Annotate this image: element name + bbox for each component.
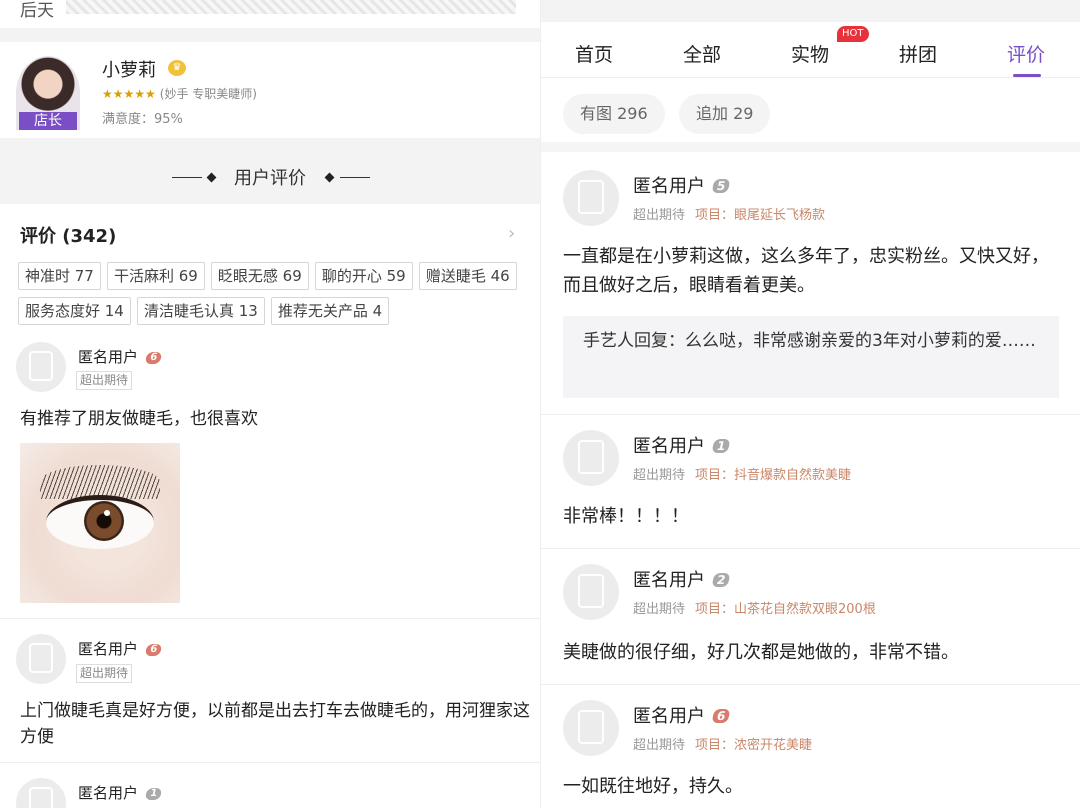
review-tag[interactable]: 赠送睫毛 46 (418, 262, 517, 290)
review-tag[interactable]: 眨眼无感 69 (210, 262, 309, 290)
review-meta: 超出期待 项目：山茶花自然款双眼200根 (633, 598, 876, 617)
right-screen: 首页 全部 实物 HOT 拼团 评价 有图 296 追加 29 匿名用户 5 超出… (540, 0, 1080, 808)
crown-icon: ♛ (168, 60, 186, 76)
top-strip (541, 0, 1080, 22)
project-link[interactable]: 项目：抖音爆款自然款美睫 (695, 468, 851, 483)
spacer (0, 28, 540, 42)
user-name: 匿名用户 (78, 784, 139, 802)
divider-line (340, 177, 370, 178)
review-text: 一直都是在小萝莉这做，这么多年了，忠实粉丝。又快又好，而且做好之后，眼睛看着更美… (563, 246, 1049, 296)
anonymous-avatar-icon (16, 634, 66, 684)
divider (0, 618, 540, 619)
shop-card[interactable]: 店长 小萝莉 ♛ ★★★★★ (妙手 专职美睫师) 满意度：95% (0, 42, 540, 138)
status-label: 超出期待 (633, 738, 686, 753)
photo-iris (84, 501, 124, 541)
status-label: 超出期待 (633, 468, 686, 483)
placeholder-bar (66, 0, 516, 14)
shop-subtitle: (妙手 专职美睫师) (159, 87, 257, 101)
satisfaction-rate: 满意度：95% (102, 112, 183, 127)
reviews-count-title[interactable]: 评价 (342) (20, 222, 116, 248)
anonymous-avatar-icon (563, 564, 619, 620)
level-badge: 5 (711, 179, 731, 193)
review-tag[interactable]: 推荐无关产品 4 (270, 297, 390, 325)
star-icons: ★★★★★ (102, 87, 156, 101)
level-badge: 6 (144, 352, 163, 364)
project-link[interactable]: 项目：眼尾延长飞杨款 (695, 208, 825, 223)
review-photo[interactable] (20, 443, 180, 603)
left-screen: 后天 店长 小萝莉 ♛ ★★★★★ (妙手 专职美睫师) 满意度：95% 用户评价… (0, 0, 540, 808)
review-text: 美睫做的很仔细，好几次都是她做的，非常不错。 (563, 642, 959, 663)
user-name: 匿名用户 (633, 176, 705, 197)
review-meta: 超出期待 项目：抖音爆款自然款美睫 (633, 464, 851, 483)
divider (541, 684, 1080, 685)
status-label: 超出期待 (633, 208, 686, 223)
status-pill: 超出期待 (76, 371, 133, 390)
section-title: 用户评价 (234, 168, 306, 189)
review-tag[interactable]: 聊的开心 59 (314, 262, 413, 290)
divider (541, 548, 1080, 549)
project-link[interactable]: 项目：浓密开花美睫 (695, 738, 812, 753)
review-tag[interactable]: 清洁睫毛认真 13 (136, 297, 265, 325)
review-meta: 超出期待 项目：浓密开花美睫 (633, 734, 812, 753)
review-text: 非常棒！！！！ (563, 506, 689, 527)
level-badge: 1 (144, 788, 163, 800)
section-header: 用户评价 (0, 138, 540, 204)
hot-badge: HOT (837, 26, 869, 42)
anonymous-avatar-icon (16, 778, 66, 808)
photo-glint (104, 510, 110, 516)
chevron-right-icon[interactable]: › (508, 223, 515, 244)
user-name: 匿名用户 (78, 640, 139, 658)
shop-avatar[interactable]: 店长 (16, 56, 80, 130)
review-user: 匿名用户 6 (78, 638, 163, 659)
level-badge: 1 (711, 439, 731, 453)
user-name: 匿名用户 (633, 570, 705, 591)
review-user: 匿名用户 6 (78, 346, 163, 367)
anonymous-avatar-icon (16, 342, 66, 392)
review-user: 匿名用户 1 (633, 432, 731, 458)
tab-group-buy[interactable]: 拼团 (899, 40, 937, 67)
filter-follow-up[interactable]: 追加 29 (679, 94, 771, 134)
project-link[interactable]: 项目：山茶花自然款双眼200根 (695, 602, 876, 617)
review-tag[interactable]: 服务态度好 14 (18, 297, 131, 325)
review-user: 匿名用户 2 (633, 566, 731, 592)
day-label: 后天 (20, 1, 54, 21)
tab-bar: 首页 全部 实物 HOT 拼团 评价 (541, 22, 1080, 78)
review-user: 匿名用户 1 (78, 782, 163, 803)
photo-lashes (40, 465, 160, 499)
review-user: 匿名用户 6 (633, 702, 731, 728)
review-filters: 有图 296 追加 29 (541, 78, 1080, 152)
review-user: 匿名用户 5 (633, 172, 731, 198)
tab-home[interactable]: 首页 (575, 40, 613, 67)
status-label: 超出期待 (633, 602, 686, 617)
user-name: 匿名用户 (78, 348, 139, 366)
review-tags: 神准时 77 干活麻利 69 眨眼无感 69 聊的开心 59 赠送睫毛 46 服… (18, 262, 528, 332)
level-badge: 2 (711, 573, 731, 587)
active-tab-indicator (1013, 74, 1041, 77)
shop-name: 小萝莉 (102, 60, 156, 81)
level-badge: 6 (711, 709, 731, 723)
status-pill: 超出期待 (76, 664, 133, 683)
anonymous-avatar-icon (563, 700, 619, 756)
anonymous-avatar-icon (563, 170, 619, 226)
divider (541, 414, 1080, 415)
user-name: 匿名用户 (633, 706, 705, 727)
tab-products[interactable]: 实物 (791, 40, 829, 67)
review-tag[interactable]: 干活麻利 69 (106, 262, 205, 290)
review-meta: 超出期待 项目：眼尾延长飞杨款 (633, 204, 825, 223)
top-strip: 后天 (0, 0, 540, 28)
level-badge: 6 (144, 644, 163, 656)
review-tag[interactable]: 神准时 77 (18, 262, 101, 290)
divider (0, 762, 540, 763)
tab-reviews[interactable]: 评价 (1007, 40, 1045, 67)
user-name: 匿名用户 (633, 436, 705, 457)
owner-badge: 店长 (19, 112, 77, 130)
anonymous-avatar-icon (563, 430, 619, 486)
artisan-reply: 手艺人回复：么么哒，非常感谢亲爱的3年对小萝莉的爱…… (563, 316, 1059, 398)
review-text: 有推荐了朋友做睫毛，也很喜欢 (20, 409, 258, 429)
rating-stars: ★★★★★ (妙手 专职美睫师) (102, 85, 257, 102)
review-text: 上门做睫毛真是好方便，以前都是出去打车去做睫毛的，用河狸家这方便 (20, 701, 530, 747)
tab-all[interactable]: 全部 (683, 40, 721, 67)
review-text: 一如既往地好，持久。 (563, 776, 743, 797)
filter-with-photos[interactable]: 有图 296 (563, 94, 665, 134)
